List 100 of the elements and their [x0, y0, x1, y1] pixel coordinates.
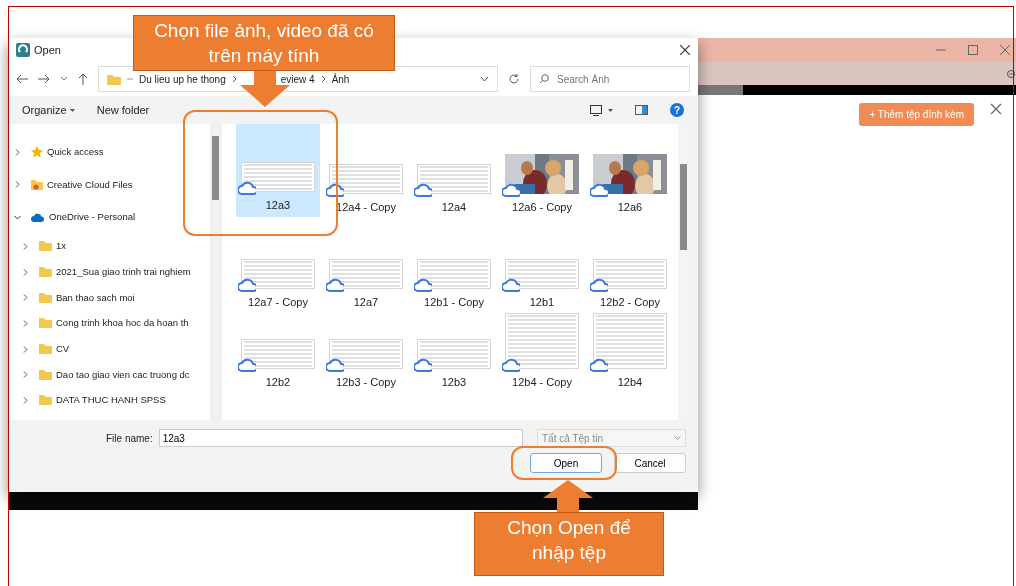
file-item[interactable]: 12a4: [412, 124, 496, 219]
search-field[interactable]: Search Ảnh: [530, 66, 690, 92]
up-icon[interactable]: [78, 73, 88, 85]
file-name: 12b4: [617, 374, 643, 390]
file-item[interactable]: 12b4: [588, 314, 672, 394]
file-name: 12b2: [265, 374, 291, 390]
file-item[interactable]: 12b2 - Copy: [588, 219, 672, 314]
sidebar-item[interactable]: Dao tao giao vien cac truong dc: [56, 367, 190, 382]
chevron-icon[interactable]: [22, 345, 29, 353]
file-item[interactable]: 12b4 - Copy: [500, 314, 584, 394]
folder-icon: [39, 241, 52, 252]
chevron-icon[interactable]: [22, 294, 29, 302]
close-icon[interactable]: [680, 45, 690, 55]
file-item[interactable]: 12a4 - Copy: [324, 124, 408, 219]
cloud-icon: [238, 180, 256, 196]
file-name: 12a6: [617, 199, 643, 215]
star-icon: [31, 146, 43, 159]
new-folder-button[interactable]: New folder: [96, 101, 150, 119]
breadcrumb-item[interactable]: Du lieu up he thong: [139, 71, 226, 87]
maximize-icon[interactable]: [968, 45, 978, 55]
callout-arrow: [543, 480, 593, 512]
cloud-icon: [31, 212, 45, 222]
cloud-icon: [414, 357, 432, 373]
cloud-icon: [238, 277, 256, 293]
chevron-icon[interactable]: [22, 319, 29, 327]
organize-menu[interactable]: Organize: [22, 101, 75, 119]
file-item[interactable]: 12a3: [236, 124, 320, 217]
caret-icon[interactable]: [608, 108, 613, 112]
sidebar-item[interactable]: 2021_Sua giao trinh trai nghiem: [56, 264, 191, 280]
file-name: 12a7 - Copy: [248, 294, 308, 310]
scroll-thumb[interactable]: [680, 164, 687, 250]
chevron-icon[interactable]: [22, 396, 29, 404]
file-item[interactable]: 12a7 - Copy: [236, 219, 320, 314]
file-type-dropdown[interactable]: Tất cả Tệp tin: [537, 429, 686, 447]
sidebar-item[interactable]: 1x: [56, 239, 67, 254]
cloud-icon: [502, 357, 520, 373]
file-item[interactable]: 12b1: [500, 219, 584, 314]
breadcrumb-item[interactable]: Ảnh: [331, 71, 350, 87]
folder-icon: [39, 267, 52, 278]
chevron-down-icon[interactable]: [60, 76, 68, 82]
folder-icon: [39, 369, 52, 380]
zoom-icon[interactable]: [1006, 68, 1016, 79]
field-label: File name:: [106, 431, 153, 446]
help-icon[interactable]: ?: [670, 103, 684, 117]
file-item[interactable]: 12a6 - Copy: [500, 124, 584, 219]
file-item[interactable]: 12a6: [588, 124, 672, 219]
window-title: Open: [34, 42, 61, 58]
cancel-button[interactable]: Cancel: [614, 453, 686, 473]
scroll-thumb[interactable]: [212, 136, 219, 200]
cloud-icon: [502, 182, 520, 198]
cloud-icon: [502, 277, 520, 293]
file-item[interactable]: 12b2: [236, 314, 320, 394]
file-item[interactable]: 12a7: [324, 219, 408, 314]
file-name-field[interactable]: 12a3: [158, 429, 523, 447]
back-icon[interactable]: [16, 74, 28, 84]
sidebar-item[interactable]: Quick access: [47, 145, 104, 160]
open-button[interactable]: Open: [530, 453, 602, 473]
callout-label: Chọn file ảnh, video đã có trên máy tính: [133, 15, 395, 71]
chevron-icon[interactable]: [22, 242, 29, 250]
file-name: 12a3: [265, 197, 291, 213]
breadcrumb-item[interactable]: eview 4: [280, 71, 315, 87]
chevron-icon[interactable]: [14, 213, 21, 221]
sidebar-item[interactable]: CV: [56, 341, 70, 357]
chevron-down-icon[interactable]: [480, 76, 489, 82]
search-icon: [539, 74, 549, 84]
close-icon[interactable]: [990, 103, 1002, 115]
view-icon[interactable]: [590, 104, 602, 116]
sidebar-item[interactable]: DATA THUC HANH SPSS: [56, 393, 166, 408]
refresh-icon[interactable]: [508, 73, 520, 85]
caret-icon: [69, 109, 75, 113]
cloud-icon: [414, 277, 432, 293]
preview-pane-icon[interactable]: [635, 105, 648, 115]
file-name: 12b1: [529, 294, 555, 310]
cloud-icon: [590, 277, 608, 293]
file-item[interactable]: 12b1 - Copy: [412, 219, 496, 314]
folder-icon: [31, 179, 43, 191]
cloud-icon: [590, 357, 608, 373]
file-name: 12b4 - Copy: [512, 374, 572, 390]
chevron-icon[interactable]: [22, 268, 29, 276]
chevron-icon[interactable]: [14, 148, 21, 156]
chevron-icon[interactable]: [14, 181, 21, 189]
callout-label: Chọn Open để nhập tệp: [474, 512, 664, 576]
cloud-icon: [238, 357, 256, 373]
chevron-icon[interactable]: [22, 371, 29, 379]
cloud-icon: [590, 182, 608, 198]
file-name: 12b2 - Copy: [600, 294, 660, 310]
sidebar-item[interactable]: OneDrive - Personal: [49, 210, 136, 225]
sidebar-item[interactable]: Creative Cloud Files: [47, 177, 133, 192]
file-name: 12a4 - Copy: [336, 199, 396, 215]
cloud-icon: [326, 277, 344, 293]
file-item[interactable]: 12b3 - Copy: [324, 314, 408, 394]
forward-icon[interactable]: [38, 74, 50, 84]
chevron-down-icon: [674, 436, 681, 440]
chevron-right-icon: [231, 75, 237, 83]
cloud-icon: [326, 357, 344, 373]
sidebar-item[interactable]: Cong trinh khoa hoc da hoan th: [56, 316, 189, 331]
folder-icon: [39, 395, 52, 406]
sidebar-item[interactable]: Ban thao sach moi: [56, 290, 135, 305]
file-item[interactable]: 12b3: [412, 314, 496, 394]
folder-icon: [39, 344, 52, 355]
